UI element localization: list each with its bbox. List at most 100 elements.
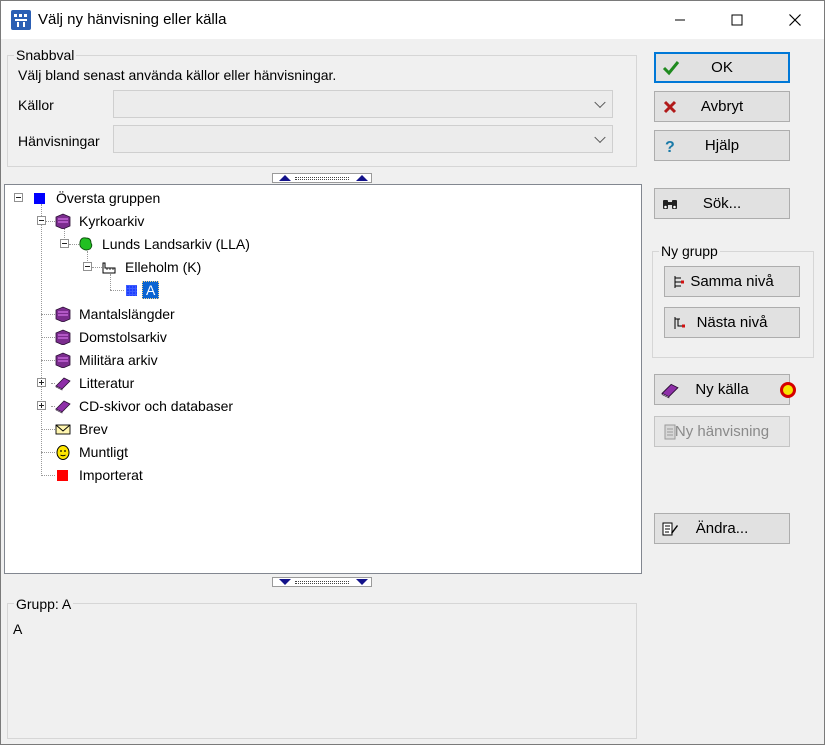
tree-node[interactable]: Domstolsarkiv: [55, 327, 169, 347]
close-icon: [789, 14, 801, 26]
tree-node[interactable]: Kyrkoarkiv: [55, 211, 146, 231]
maximize-icon: [731, 14, 743, 26]
expand-toggle[interactable]: [37, 378, 46, 387]
collapse-toggle[interactable]: [14, 193, 23, 202]
edit-button-label: Ändra...: [695, 520, 749, 537]
edit-document-icon: [662, 522, 678, 535]
chevron-down-icon: [594, 131, 606, 144]
arrow-down-icon: [279, 579, 291, 585]
book-icon: [55, 375, 71, 391]
quick-select-description: Välj bland senast använda källor eller h…: [18, 67, 337, 83]
question-icon: ?: [665, 139, 675, 155]
cursor-highlight-icon: [780, 382, 796, 398]
collapse-toggle[interactable]: [60, 239, 69, 248]
tree-node-label: Muntligt: [79, 444, 129, 460]
books-icon: [55, 306, 71, 323]
sources-combobox[interactable]: [113, 90, 613, 118]
source-tree[interactable]: Översta gruppen Kyrkoarkiv Lunds Landsar…: [4, 184, 642, 574]
tree-node-label: Brev: [79, 421, 108, 437]
tree-node[interactable]: Litteratur: [55, 373, 136, 393]
tree-node[interactable]: Översta gruppen: [32, 188, 162, 208]
binoculars-icon: [663, 199, 677, 209]
envelope-icon: [55, 421, 71, 437]
search-button[interactable]: Sök...: [654, 188, 790, 219]
tree-node[interactable]: Brev: [55, 419, 110, 439]
tree-node[interactable]: Lunds Landsarkiv (LLA): [78, 234, 252, 254]
next-level-button-label: Nästa nivå: [696, 314, 768, 331]
arrow-down-icon: [356, 579, 368, 585]
title-bar[interactable]: Välj ny hänvisning eller källa: [1, 1, 824, 39]
green-archive-icon: [78, 236, 94, 252]
tree-node[interactable]: CD-skivor och databaser: [55, 396, 235, 416]
minimize-button[interactable]: [651, 1, 709, 39]
quick-select-legend: Snabbval: [14, 47, 77, 63]
help-button[interactable]: ? Hjälp: [654, 130, 790, 161]
books-icon: [55, 352, 71, 369]
new-source-button[interactable]: Ny källa: [654, 374, 790, 405]
pointing-hand-icon: [101, 259, 117, 275]
edit-button[interactable]: Ändra...: [654, 513, 790, 544]
tree-node-label: Elleholm (K): [125, 259, 202, 275]
new-group-legend: Ny grupp: [659, 243, 720, 259]
minimize-icon: [675, 19, 685, 21]
cross-icon: [663, 100, 677, 113]
same-level-icon: [674, 275, 684, 288]
tree-node-label: Mantalslängder: [79, 306, 175, 322]
svg-text:?: ?: [665, 139, 675, 155]
same-level-button[interactable]: Samma nivå: [664, 266, 800, 297]
next-level-button[interactable]: Nästa nivå: [664, 307, 800, 338]
tree-node-label: Domstolsarkiv: [79, 329, 167, 345]
arrow-up-icon: [279, 175, 291, 181]
help-button-label: Hjälp: [704, 137, 740, 154]
new-source-button-label: Ny källa: [695, 381, 749, 398]
cancel-button[interactable]: Avbryt: [654, 91, 790, 122]
tree-node-label: CD-skivor och databaser: [79, 398, 234, 414]
group-info-legend: Grupp: A: [14, 596, 74, 612]
tree-node-label: Lunds Landsarkiv (LLA): [102, 236, 250, 252]
tree-node-label: Importerat: [79, 467, 143, 483]
document-icon: [664, 424, 676, 439]
arrow-up-icon: [356, 175, 368, 181]
splitter-handle-bottom[interactable]: [272, 577, 372, 587]
expand-toggle[interactable]: [37, 401, 46, 410]
app-icon: [11, 10, 31, 30]
tree-node-label: Litteratur: [79, 375, 135, 391]
blue-grid-square-icon: [124, 282, 140, 298]
books-icon: [55, 213, 71, 230]
search-button-label: Sök...: [702, 195, 742, 212]
references-combobox[interactable]: [113, 125, 613, 153]
book-icon: [661, 383, 679, 398]
books-icon: [55, 329, 71, 346]
group-info-value: A: [13, 621, 23, 637]
group-info-box: [7, 603, 637, 739]
window-title: Välj ny hänvisning eller källa: [38, 11, 227, 28]
ok-button[interactable]: OK: [654, 52, 790, 83]
close-button[interactable]: [766, 1, 824, 39]
tree-node[interactable]: A: [124, 280, 160, 300]
next-level-icon: [674, 316, 685, 329]
same-level-button-label: Samma nivå: [690, 273, 774, 290]
collapse-toggle[interactable]: [37, 216, 46, 225]
cancel-button-label: Avbryt: [700, 98, 744, 115]
ok-button-label: OK: [711, 59, 733, 76]
red-square-icon: [55, 467, 71, 483]
collapse-toggle[interactable]: [83, 262, 92, 271]
new-reference-button-label: Ny hänvisning: [674, 423, 770, 440]
tree-node-label: Militära arkiv: [79, 352, 158, 368]
tree-node[interactable]: Mantalslängder: [55, 304, 177, 324]
tree-node-label: Översta gruppen: [56, 190, 161, 206]
chevron-down-icon: [594, 96, 606, 109]
tree-node[interactable]: Elleholm (K): [101, 257, 203, 277]
splitter-handle-top[interactable]: [272, 173, 372, 183]
face-icon: [55, 444, 71, 460]
tree-node[interactable]: Muntligt: [55, 442, 130, 462]
references-label: Hänvisningar: [18, 133, 100, 149]
maximize-button[interactable]: [708, 1, 766, 39]
tree-node-label: Kyrkoarkiv: [79, 213, 145, 229]
checkmark-icon: [662, 60, 680, 75]
tree-node-label-selected: A: [142, 281, 160, 299]
tree-node[interactable]: Militära arkiv: [55, 350, 160, 370]
new-reference-button[interactable]: Ny hänvisning: [654, 416, 790, 447]
tree-node[interactable]: Importerat: [55, 465, 145, 485]
dialog-window: Välj ny hänvisning eller källa Snabbval …: [0, 0, 825, 745]
